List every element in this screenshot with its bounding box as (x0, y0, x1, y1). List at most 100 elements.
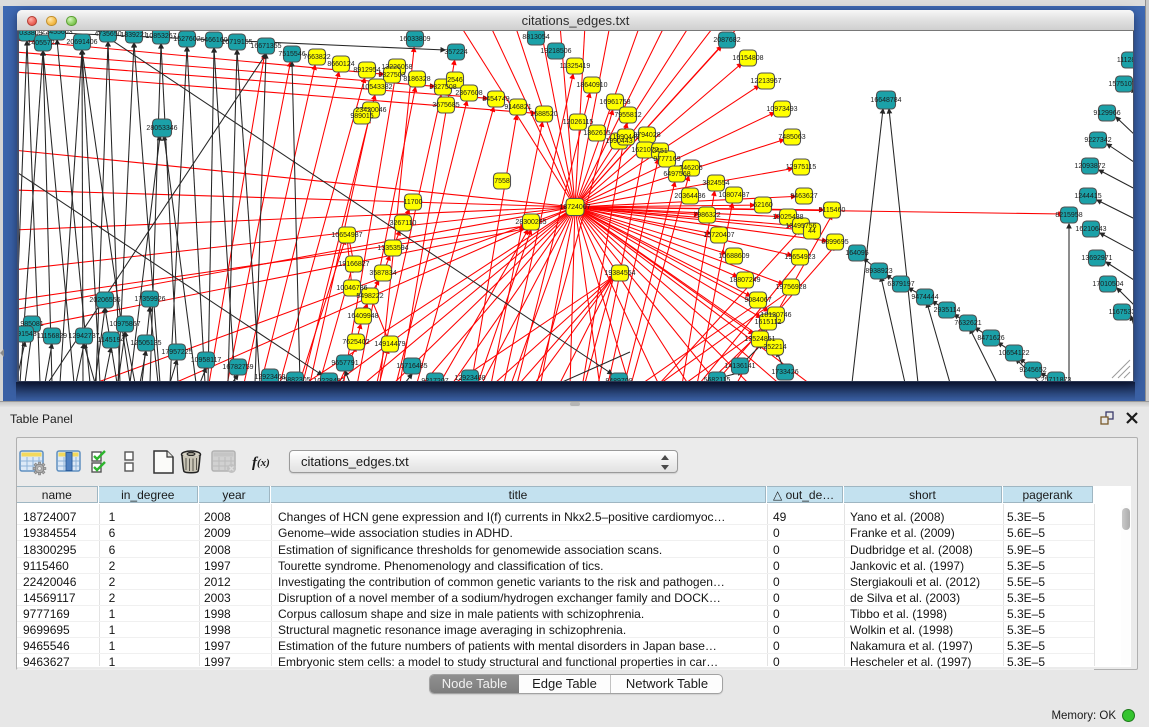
svg-text:3824554: 3824554 (702, 180, 729, 187)
svg-text:1244415: 1244415 (1074, 193, 1101, 200)
svg-text:3675685: 3675685 (432, 102, 459, 109)
svg-text:252214: 252214 (763, 344, 786, 351)
svg-text:18640910: 18640910 (576, 82, 607, 89)
svg-text:7955812: 7955812 (614, 112, 641, 119)
svg-text:10688609: 10688609 (718, 253, 749, 260)
svg-text:10228452: 10228452 (313, 378, 344, 381)
svg-text:985081: 985081 (20, 321, 43, 328)
svg-text:8813054: 8813054 (522, 34, 549, 41)
svg-text:746206: 746206 (679, 165, 702, 172)
svg-text:28053346: 28053346 (146, 125, 177, 132)
svg-text:16671355: 16671355 (250, 43, 281, 50)
svg-text:1362615: 1362615 (583, 130, 610, 137)
svg-text:25882305: 25882305 (279, 377, 310, 381)
svg-text:1588520: 1588520 (530, 111, 557, 118)
svg-text:19756928: 19756928 (775, 284, 806, 291)
svg-text:16648784: 16648784 (870, 97, 901, 104)
svg-text:5682115: 5682115 (704, 377, 731, 381)
svg-text:28300285: 28300285 (515, 219, 546, 226)
svg-text:12942737: 12942737 (68, 333, 99, 340)
svg-text:19384554: 19384554 (604, 270, 635, 277)
svg-text:1167533: 1167533 (1109, 309, 1133, 316)
svg-text:9777169: 9777169 (653, 156, 680, 163)
svg-text:14055724: 14055724 (27, 40, 58, 47)
svg-text:2367608: 2367608 (455, 90, 482, 97)
svg-text:16210643: 16210643 (1075, 226, 1106, 233)
svg-text:4735650: 4735650 (94, 31, 121, 38)
svg-text:6899695: 6899695 (821, 239, 848, 246)
svg-text:357224: 357224 (444, 49, 467, 56)
svg-text:6497568: 6497568 (663, 171, 690, 178)
svg-text:19218506: 19218506 (540, 48, 571, 55)
svg-text:3587834: 3587834 (369, 270, 396, 277)
svg-text:20364436: 20364436 (674, 193, 705, 200)
svg-text:13692971: 13692971 (1081, 255, 1112, 262)
svg-text:10958117: 10958117 (191, 357, 222, 364)
svg-text:1839221: 1839221 (120, 32, 147, 39)
svg-text:7485063: 7485063 (778, 134, 805, 141)
svg-text:9129966: 9129966 (1093, 110, 1120, 117)
svg-text:19654923: 19654923 (784, 254, 815, 261)
svg-text:8186328: 8186328 (403, 76, 430, 83)
svg-text:18120746: 18120746 (760, 312, 791, 319)
svg-text:14136141: 14136141 (724, 363, 755, 370)
svg-text:15720407: 15720407 (703, 232, 734, 239)
svg-text:9245652: 9245652 (1019, 367, 1046, 374)
svg-text:13353594: 13353594 (377, 245, 408, 252)
svg-text:10025438: 10025438 (772, 214, 803, 221)
svg-text:8912954: 8912954 (353, 67, 380, 74)
svg-text:17957225: 17957225 (161, 349, 192, 356)
svg-text:10973493: 10973493 (766, 106, 797, 113)
svg-text:12093872: 12093872 (1074, 163, 1105, 170)
svg-text:2935114: 2935114 (934, 307, 961, 314)
svg-text:16961758: 16961758 (599, 99, 630, 106)
svg-text:2451: 2451 (652, 148, 668, 155)
svg-text:9217207: 9217207 (421, 378, 448, 381)
svg-text:9327508: 9327508 (429, 84, 456, 91)
svg-text:18724007: 18724007 (559, 204, 590, 211)
svg-text:15751074: 15751074 (1108, 81, 1133, 88)
svg-text:8215958: 8215958 (1055, 212, 1082, 219)
svg-text:1527602: 1527602 (173, 36, 200, 43)
svg-text:44: 44 (808, 228, 816, 235)
svg-text:2546: 2546 (447, 77, 463, 84)
svg-text:12975115: 12975115 (786, 164, 817, 171)
svg-text:17010504: 17010504 (1092, 281, 1123, 288)
svg-text:7558: 7558 (494, 178, 510, 185)
svg-text:16033809: 16033809 (19, 31, 43, 37)
svg-text:14914479: 14914479 (374, 341, 405, 348)
svg-text:7515546: 7515546 (278, 51, 305, 58)
svg-text:9084067: 9084067 (744, 297, 771, 304)
svg-text:164095: 164095 (845, 250, 868, 257)
svg-text:9327503: 9327503 (378, 72, 405, 79)
svg-text:10975867: 10975867 (109, 321, 140, 328)
svg-text:10654987: 10654987 (331, 232, 362, 239)
svg-text:10543382: 10543382 (361, 84, 392, 91)
svg-text:20691406: 20691406 (66, 39, 97, 46)
svg-text:15716485: 15716485 (396, 363, 427, 370)
svg-text:7625402: 7625402 (342, 339, 369, 346)
svg-text:12213967: 12213967 (750, 78, 781, 85)
svg-text:6379197: 6379197 (887, 281, 914, 288)
svg-text:1112843: 1112843 (1117, 57, 1133, 64)
svg-text:8660124: 8660124 (327, 61, 354, 68)
svg-text:11156829: 11156829 (37, 333, 67, 340)
svg-text:11700: 11700 (404, 199, 423, 206)
svg-text:10046786: 10046786 (336, 285, 367, 292)
svg-text:8938923: 8938923 (865, 268, 892, 275)
svg-text:12026115: 12026115 (563, 119, 594, 126)
svg-text:13524851: 13524851 (744, 336, 775, 343)
svg-text:16154808: 16154808 (732, 55, 763, 62)
svg-text:9115460: 9115460 (819, 207, 846, 214)
svg-text:991543: 991543 (19, 331, 37, 338)
svg-text:1733426: 1733426 (771, 369, 798, 376)
svg-text:3267110: 3267110 (390, 220, 417, 227)
svg-text:20206556: 20206556 (89, 297, 120, 304)
svg-text:8471626: 8471626 (977, 335, 1004, 342)
svg-text:17359926: 17359926 (134, 296, 165, 303)
svg-text:25711873: 25711873 (1041, 377, 1072, 381)
svg-text:12505135: 12505135 (130, 340, 161, 347)
svg-text:8489709: 8489709 (605, 378, 632, 381)
svg-text:7632621: 7632621 (954, 320, 981, 327)
svg-text:10654122: 10654122 (998, 350, 1029, 357)
